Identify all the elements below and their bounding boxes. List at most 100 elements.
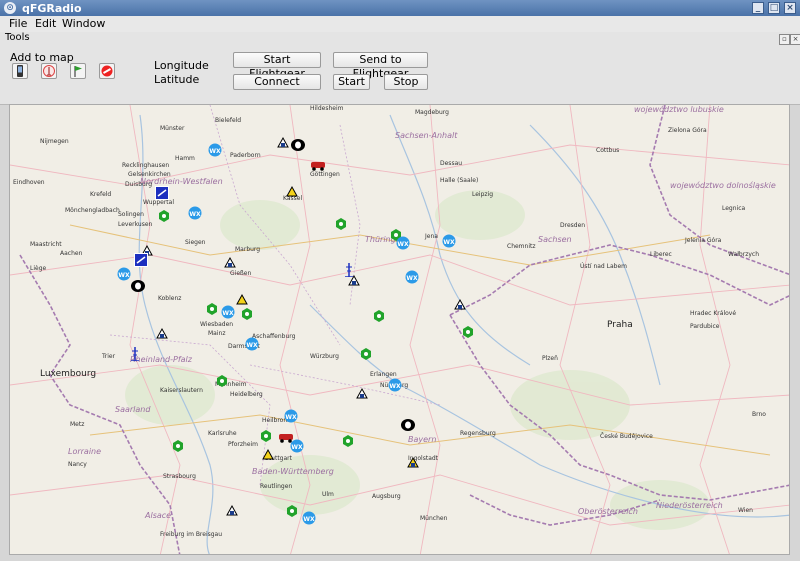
menu-file[interactable]: File bbox=[9, 17, 27, 30]
city-label: Zielona Góra bbox=[668, 127, 707, 134]
capital-label-praha: Praha bbox=[607, 320, 633, 330]
stop-button[interactable]: Stop bbox=[384, 74, 428, 90]
city-label: Brno bbox=[752, 411, 766, 418]
city-label: Maastricht bbox=[30, 241, 62, 248]
city-label: Wuppertal bbox=[143, 199, 174, 206]
dock-title: Tools bbox=[5, 32, 30, 43]
city-label: Aachen bbox=[60, 250, 83, 257]
city-label: Duisburg bbox=[125, 181, 152, 188]
close-button[interactable]: × bbox=[784, 2, 796, 14]
city-label: Karlsruhe bbox=[208, 430, 237, 437]
city-label: Augsburg bbox=[372, 493, 401, 500]
city-label: Dresden bbox=[560, 222, 586, 229]
city-label: Mönchengladbach bbox=[65, 207, 120, 214]
region-label: Baden-Württemberg bbox=[252, 467, 334, 476]
city-label: Legnica bbox=[722, 205, 746, 212]
city-label: Jelenia Góra bbox=[685, 237, 722, 244]
minimize-button[interactable]: _ bbox=[752, 2, 764, 14]
city-label: Erlangen bbox=[370, 371, 397, 378]
city-label: Hradec Králové bbox=[690, 310, 737, 317]
map-background bbox=[10, 105, 789, 554]
start-flightgear-button[interactable]: Start Flightgear bbox=[233, 52, 321, 80]
city-label: Wiesbaden bbox=[200, 321, 234, 328]
antenna-icon[interactable] bbox=[41, 63, 57, 79]
svg-text:WX: WX bbox=[222, 310, 234, 317]
radio-icon: ⊙ bbox=[4, 2, 16, 14]
city-label: Siegen bbox=[185, 239, 206, 246]
region-label: Nordrhein-Westfalen bbox=[140, 177, 223, 186]
city-label: Recklinghausen bbox=[122, 162, 170, 169]
window-title: qFGRadio bbox=[22, 2, 82, 15]
city-label: České Budějovice bbox=[600, 433, 653, 440]
city-label: Marburg bbox=[235, 246, 261, 253]
city-label: Metz bbox=[70, 421, 85, 428]
region-label: Sachsen-Anhalt bbox=[395, 131, 458, 140]
send-to-flightgear-button[interactable]: Send to Flightgear bbox=[333, 52, 428, 80]
svg-text:WX: WX bbox=[118, 272, 130, 279]
city-label: Dessau bbox=[440, 160, 463, 167]
city-label: Halle (Saale) bbox=[440, 177, 479, 184]
region-label: województwo dolnośląskie bbox=[670, 181, 776, 190]
city-label: Heidelberg bbox=[230, 391, 263, 398]
svg-text:WX: WX bbox=[189, 211, 201, 218]
city-label: Regensburg bbox=[460, 430, 496, 437]
city-label: Wien bbox=[738, 507, 753, 514]
svg-text:WX: WX bbox=[406, 275, 418, 282]
start-button[interactable]: Start bbox=[333, 74, 370, 90]
svg-text:WX: WX bbox=[303, 516, 315, 523]
menu-edit[interactable]: Edit bbox=[35, 17, 56, 30]
region-label: Oberösterreich bbox=[578, 507, 638, 516]
city-label: Nijmegen bbox=[40, 138, 69, 145]
city-label: Pardubice bbox=[690, 323, 720, 330]
longitude-label: Longitude bbox=[154, 59, 209, 72]
svg-text:WX: WX bbox=[285, 414, 297, 421]
svg-text:WX: WX bbox=[246, 342, 258, 349]
map-view[interactable]: Nordrhein-Westfalen Sachsen-Anhalt Thüri… bbox=[9, 104, 790, 555]
region-label: Alsace bbox=[145, 511, 172, 520]
svg-text:WX: WX bbox=[209, 148, 221, 155]
country-label-luxembourg: Luxembourg bbox=[40, 369, 97, 379]
city-label: Leipzig bbox=[472, 191, 494, 198]
city-label: Ústí nad Labem bbox=[580, 263, 628, 270]
city-label: Gießen bbox=[230, 270, 252, 277]
city-label: Freiburg im Breisgau bbox=[160, 531, 223, 538]
city-label: Münster bbox=[160, 125, 185, 132]
city-label: Liberec bbox=[650, 251, 672, 258]
city-label: Jena bbox=[425, 233, 438, 240]
city-label: Trier bbox=[102, 353, 116, 360]
city-label: Cottbus bbox=[596, 147, 620, 154]
region-label: Lorraine bbox=[68, 447, 102, 456]
city-label: Ulm bbox=[322, 491, 334, 498]
city-label: Paderborn bbox=[230, 152, 261, 159]
city-label: Reutlingen bbox=[260, 483, 293, 490]
city-label: Mainz bbox=[208, 330, 226, 337]
dock-close-icon[interactable]: × bbox=[790, 34, 800, 45]
city-label: Leverkusen bbox=[118, 221, 153, 228]
svg-text:WX: WX bbox=[397, 241, 409, 248]
status-bar bbox=[0, 555, 800, 561]
svg-text:WX: WX bbox=[389, 383, 401, 390]
city-label: Hildesheim bbox=[310, 105, 344, 112]
mobile-icon[interactable] bbox=[12, 63, 28, 79]
city-label: Wałbrzych bbox=[728, 251, 760, 258]
title-bar: ⊙ qFGRadio _ □ × bbox=[0, 0, 800, 16]
flag-icon[interactable] bbox=[70, 63, 86, 79]
city-label: Würzburg bbox=[310, 353, 339, 360]
city-label: Bielefeld bbox=[215, 117, 242, 124]
city-label: Pforzheim bbox=[228, 441, 259, 448]
latitude-label: Latitude bbox=[154, 73, 200, 86]
city-label: Nancy bbox=[68, 461, 87, 468]
city-label: Chemnitz bbox=[507, 243, 536, 250]
city-label: Hamm bbox=[175, 155, 195, 162]
city-label: Gelsenkirchen bbox=[128, 171, 171, 178]
dock-float-icon[interactable]: ▫ bbox=[779, 34, 790, 45]
menu-window[interactable]: Window bbox=[62, 17, 105, 30]
city-label: Krefeld bbox=[90, 191, 112, 198]
city-label: Magdeburg bbox=[415, 109, 449, 116]
city-label: Göttingen bbox=[310, 171, 340, 178]
region-label: Niederösterreich bbox=[656, 501, 723, 510]
connect-button[interactable]: Connect bbox=[233, 74, 321, 90]
maximize-button[interactable]: □ bbox=[768, 2, 780, 14]
tools-dock: Tools ▫ × Add to map Longitude Latitude … bbox=[0, 32, 800, 105]
no-entry-icon[interactable] bbox=[99, 63, 115, 79]
